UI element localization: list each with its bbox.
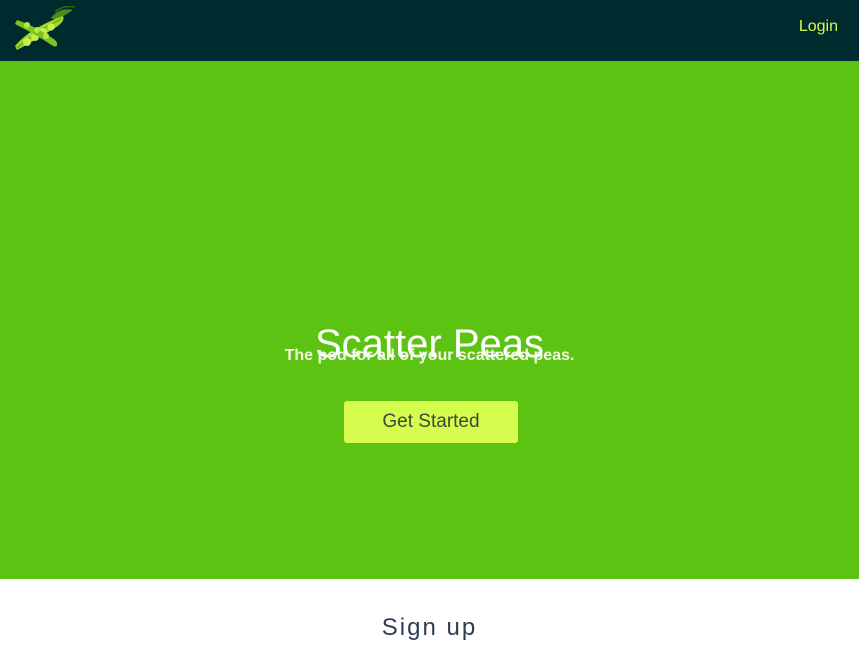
hero-tagline: The pod for all of your scattered peas. <box>284 347 575 364</box>
signup-heading: Sign up <box>381 614 478 641</box>
navbar: Login <box>0 0 859 61</box>
hero-section: Scatter Peas The pod for all of your sca… <box>0 61 859 579</box>
login-link[interactable]: Login <box>799 18 838 36</box>
signup-section: Sign up <box>0 579 859 665</box>
get-started-button[interactable]: Get Started <box>344 401 518 443</box>
pea-pod-icon[interactable] <box>11 5 77 52</box>
